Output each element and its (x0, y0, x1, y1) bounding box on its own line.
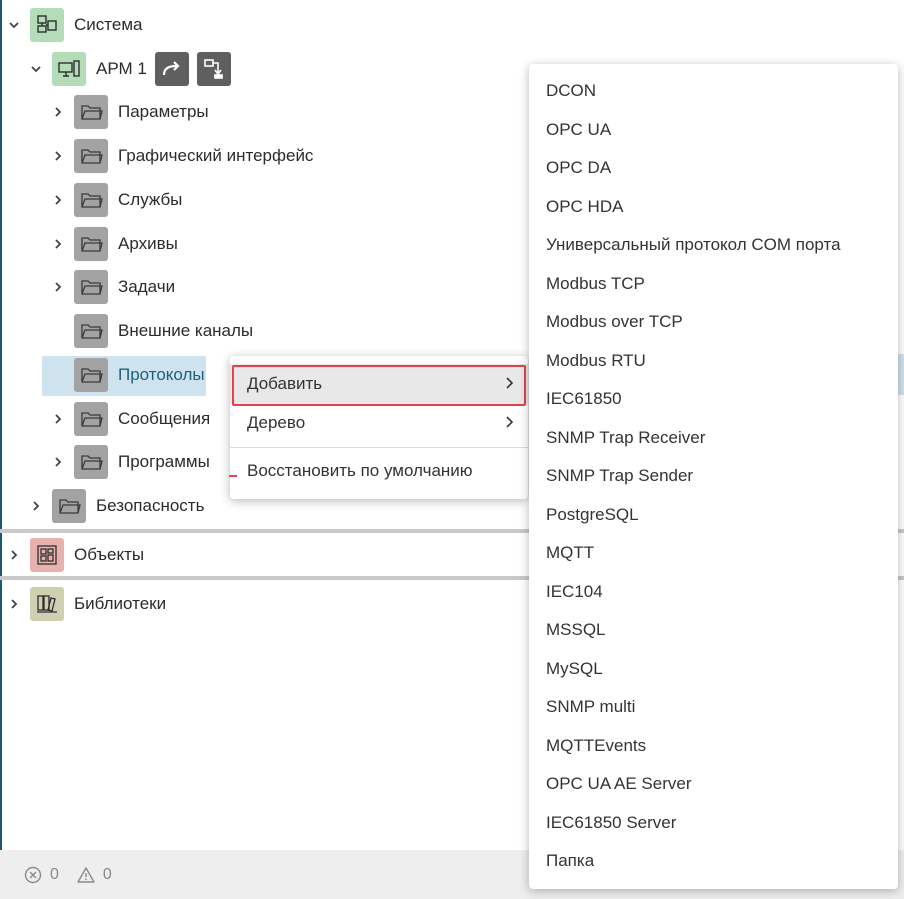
tree-node-label: Протоколы (118, 365, 205, 384)
folder-icon (74, 358, 108, 392)
context-menu-add[interactable]: Добавить (230, 364, 528, 406)
tree-node-label: Архивы (118, 234, 178, 253)
warning-count: 0 (102, 865, 112, 883)
context-menu: Добавить Дерево Восстановить по умолчани… (230, 356, 528, 499)
add-submenu: DCON OPC UA OPC DA OPC HDA Универсальный… (529, 64, 898, 889)
context-menu-restore-defaults[interactable]: Восстановить по умолчанию (230, 451, 528, 491)
tree-node-arm[interactable]: АРМ 1 (28, 51, 231, 87)
chevron-right-icon[interactable] (50, 148, 66, 164)
tree-node-folder[interactable]: Графический интерфейс (50, 138, 313, 174)
submenu-item-snmp-trap-receiver[interactable]: SNMP Trap Receiver (529, 419, 898, 457)
menu-separator (230, 447, 528, 448)
chevron-right-icon (506, 416, 514, 428)
submenu-item-modbus-tcp[interactable]: Modbus TCP (529, 265, 898, 303)
error-count: 0 (50, 865, 59, 883)
submenu-item-folder[interactable]: Папка (529, 842, 898, 880)
highlight-mark (229, 475, 237, 477)
folder-icon (74, 139, 108, 173)
submenu-item-mysql[interactable]: MySQL (529, 650, 898, 688)
tree-node-label: Внешние каналы (118, 321, 254, 340)
tree-node-folder[interactable]: Внешние каналы (50, 313, 253, 349)
submenu-item-snmp-multi[interactable]: SNMP multi (529, 688, 898, 726)
tree-node-folder[interactable]: Архивы (50, 226, 178, 262)
submenu-item-modbus-over-tcp[interactable]: Modbus over TCP (529, 303, 898, 341)
tree-node-folder[interactable]: Задачи (50, 269, 175, 305)
submenu-item-opc-ua[interactable]: OPC UA (529, 111, 898, 149)
submenu-item-opc-hda[interactable]: OPC HDA (529, 188, 898, 226)
left-edge-accent (0, 0, 2, 899)
tree-node-security[interactable]: Безопасность (28, 488, 204, 524)
folder-icon (74, 227, 108, 261)
submenu-item-opc-da[interactable]: OPC DA (529, 149, 898, 187)
submenu-item-mqtt-events[interactable]: MQTTEvents (529, 727, 898, 765)
tree-node-label: Службы (118, 190, 183, 209)
context-menu-item-label: Добавить (247, 374, 323, 393)
submenu-item-snmp-trap-sender[interactable]: SNMP Trap Sender (529, 457, 898, 495)
submenu-item-mssql[interactable]: MSSQL (529, 611, 898, 649)
tree-node-folder[interactable]: Службы (50, 182, 182, 218)
objects-icon (30, 538, 64, 572)
submenu-item-mqtt[interactable]: MQTT (529, 534, 898, 572)
submenu-item-dcon[interactable]: DCON (529, 72, 898, 110)
system-icon (30, 8, 64, 42)
libraries-icon (30, 587, 64, 621)
tree-node-label: Графический интерфейс (118, 146, 314, 165)
error-circle-icon (24, 866, 42, 883)
chevron-down-icon[interactable] (28, 61, 44, 77)
tree-node-system[interactable]: Система (6, 7, 142, 43)
submenu-item-postgresql[interactable]: PostgreSQL (529, 496, 898, 534)
chevron-right-icon[interactable] (50, 192, 66, 208)
tree-node-folder[interactable]: Сообщения (50, 401, 210, 437)
move-down-icon[interactable] (196, 52, 231, 86)
chevron-right-icon[interactable] (6, 547, 22, 563)
chevron-right-icon[interactable] (50, 236, 66, 252)
tree-node-label: Программы (118, 452, 210, 471)
context-menu-item-label: Дерево (247, 413, 306, 432)
chevron-right-icon[interactable] (50, 279, 66, 295)
tree-node-label: Объекты (74, 545, 145, 564)
chevron-right-icon[interactable] (50, 411, 66, 427)
tree-node-objects[interactable]: Объекты (6, 537, 144, 573)
chevron-right-icon[interactable] (28, 498, 44, 514)
tree-node-folder[interactable]: Параметры (50, 94, 209, 130)
context-menu-item-label: Восстановить по умолчанию (247, 461, 473, 480)
error-counter[interactable]: 0 (24, 866, 59, 884)
tree-node-label: АРМ 1 (96, 59, 147, 78)
tree-node-label: Параметры (118, 102, 209, 121)
chevron-right-icon[interactable] (50, 454, 66, 470)
tree-node-label: Задачи (118, 277, 176, 296)
chevron-right-icon (506, 377, 514, 389)
folder-icon (74, 95, 108, 129)
tree-node-label: Библиотеки (74, 594, 167, 613)
tree-node-label: Сообщения (118, 409, 211, 428)
folder-icon (74, 314, 108, 348)
chevron-down-icon[interactable] (6, 17, 22, 33)
folder-icon (74, 183, 108, 217)
submenu-item-iec61850-server[interactable]: IEC61850 Server (529, 804, 898, 842)
folder-icon (74, 402, 108, 436)
workstation-icon (52, 52, 86, 86)
context-menu-tree[interactable]: Дерево (230, 403, 528, 443)
warning-triangle-icon (77, 866, 95, 883)
chevron-right-icon[interactable] (50, 104, 66, 120)
folder-icon (52, 489, 86, 523)
tree-node-folder-selected[interactable]: Протоколы (42, 356, 206, 396)
tree-node-label: Система (74, 15, 143, 34)
submenu-item-modbus-rtu[interactable]: Modbus RTU (529, 342, 898, 380)
submenu-item-com-port-protocol[interactable]: Универсальный протокол COM порта (529, 226, 898, 264)
tree-node-libraries[interactable]: Библиотеки (6, 586, 166, 622)
folder-icon (74, 445, 108, 479)
chevron-right-icon[interactable] (6, 596, 22, 612)
warning-counter[interactable]: 0 (77, 866, 112, 884)
tree-node-folder[interactable]: Программы (50, 444, 210, 480)
folder-icon (74, 270, 108, 304)
submenu-item-iec61850[interactable]: IEC61850 (529, 380, 898, 418)
tree-node-label: Безопасность (96, 496, 205, 515)
redirect-arrow-icon[interactable] (154, 52, 189, 86)
submenu-item-opc-ua-ae-server[interactable]: OPC UA AE Server (529, 765, 898, 803)
submenu-item-iec104[interactable]: IEC104 (529, 573, 898, 611)
